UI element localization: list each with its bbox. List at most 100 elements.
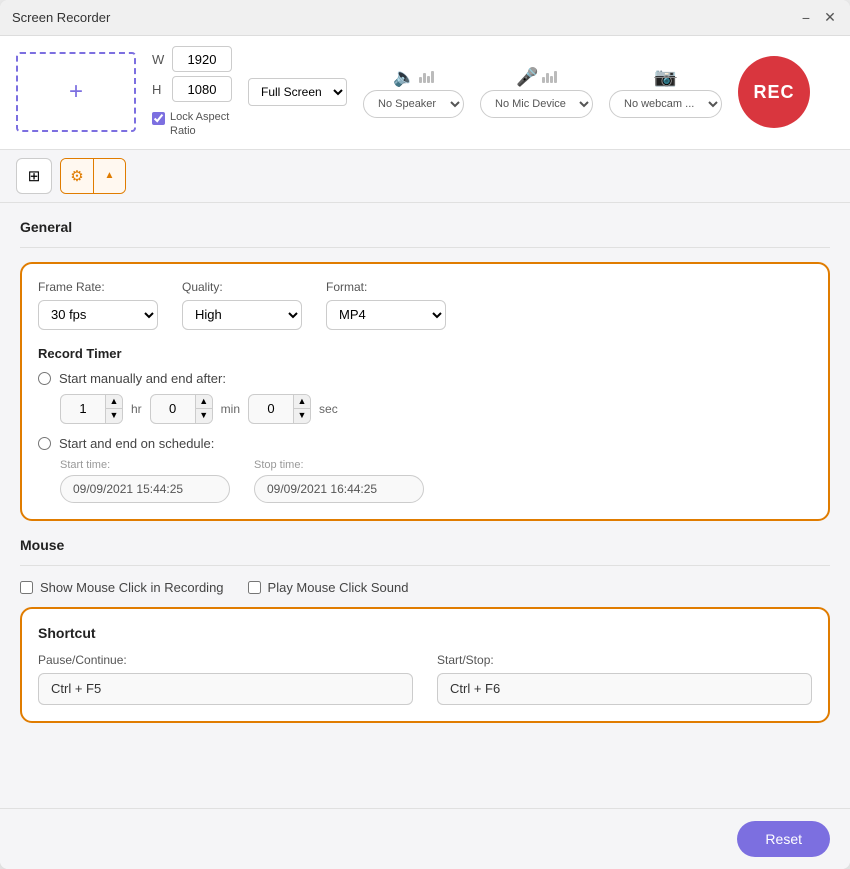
webcam-select[interactable]: No webcam ... xyxy=(609,90,722,118)
settings-row: Frame Rate: 30 fps 60 fps 24 fps Quality… xyxy=(38,280,812,330)
title-bar-controls: − ✕ xyxy=(798,10,838,26)
min-up-btn[interactable]: ▲ xyxy=(196,395,212,409)
mic-select[interactable]: No Mic Device xyxy=(480,90,593,118)
footer-row: Reset xyxy=(0,808,850,869)
timer-manual-radio[interactable] xyxy=(38,372,51,385)
lock-ratio-row: Lock AspectRatio xyxy=(152,110,232,139)
settings-chevron-button[interactable]: ▲ xyxy=(93,159,125,193)
hr-up-btn[interactable]: ▲ xyxy=(106,395,122,409)
frame-rate-label: Frame Rate: xyxy=(38,280,158,294)
layout-icon: ⊞ xyxy=(28,167,41,185)
hr-spinners: ▲ ▼ xyxy=(105,395,122,423)
width-input[interactable] xyxy=(172,46,232,72)
reset-button[interactable]: Reset xyxy=(737,821,830,857)
general-section-title: General xyxy=(20,219,830,235)
pause-field: Pause/Continue: xyxy=(38,653,413,705)
start-time-input[interactable] xyxy=(60,475,230,503)
height-input[interactable] xyxy=(172,76,232,102)
timer-manual-label: Start manually and end after: xyxy=(59,371,226,386)
start-stop-field: Start/Stop: xyxy=(437,653,812,705)
bar2 xyxy=(423,73,426,83)
height-label: H xyxy=(152,82,166,97)
play-sound-row: Play Mouse Click Sound xyxy=(248,580,409,595)
format-select[interactable]: MP4 AVI MOV xyxy=(326,300,446,330)
settings-icon: ⚙ xyxy=(70,167,83,185)
settings-button[interactable]: ⚙ xyxy=(61,159,93,193)
sec-up-btn[interactable]: ▲ xyxy=(294,395,310,409)
schedule-row: Start time: Stop time: xyxy=(60,459,812,503)
mic-icon: 🎤 xyxy=(516,67,538,88)
min-down-btn[interactable]: ▼ xyxy=(196,409,212,423)
hr-unit: hr xyxy=(131,402,142,416)
frame-rate-select[interactable]: 30 fps 60 fps 24 fps xyxy=(38,300,158,330)
screen-select[interactable]: Full Screen xyxy=(248,78,347,106)
chevron-up-icon: ▲ xyxy=(105,170,115,181)
close-button[interactable]: ✕ xyxy=(822,10,838,26)
frame-rate-field: Frame Rate: 30 fps 60 fps 24 fps xyxy=(38,280,158,330)
timer-schedule-label: Start and end on schedule: xyxy=(59,436,214,451)
rec-button[interactable]: REC xyxy=(738,56,810,128)
height-row: H xyxy=(152,76,232,102)
shortcut-section-title: Shortcut xyxy=(38,625,812,641)
play-sound-checkbox[interactable] xyxy=(248,581,261,594)
webcam-icon-row: 📷 xyxy=(654,67,676,88)
width-row: W xyxy=(152,46,232,72)
general-settings-box: Frame Rate: 30 fps 60 fps 24 fps Quality… xyxy=(20,262,830,521)
show-click-checkbox[interactable] xyxy=(20,581,33,594)
start-stop-input[interactable] xyxy=(437,673,812,705)
hr-down-btn[interactable]: ▼ xyxy=(106,409,122,423)
min-spinners: ▲ ▼ xyxy=(195,395,212,423)
quality-field: Quality: High Medium Low xyxy=(182,280,302,330)
min-input-group: ▲ ▼ xyxy=(150,394,213,424)
mouse-checkboxes: Show Mouse Click in Recording Play Mouse… xyxy=(20,580,830,595)
radio-row-1: Start manually and end after: xyxy=(38,371,812,386)
timer-schedule-radio[interactable] xyxy=(38,437,51,450)
main-window: Screen Recorder − ✕ + W H Lock AspectRat… xyxy=(0,0,850,869)
mouse-divider xyxy=(20,565,830,566)
mic-bars xyxy=(542,71,557,83)
start-stop-label: Start/Stop: xyxy=(437,653,812,667)
window-title: Screen Recorder xyxy=(12,10,798,25)
sec-down-btn[interactable]: ▼ xyxy=(294,409,310,423)
time-inputs-row: ▲ ▼ hr ▲ ▼ min ▲ ▼ xyxy=(60,394,812,424)
speaker-select[interactable]: No Speaker xyxy=(363,90,464,118)
hr-input[interactable] xyxy=(61,395,105,423)
capture-area[interactable]: + xyxy=(16,52,136,132)
stop-time-input[interactable] xyxy=(254,475,424,503)
quality-select[interactable]: High Medium Low xyxy=(182,300,302,330)
webcam-icon: 📷 xyxy=(654,67,676,88)
lock-ratio-checkbox[interactable] xyxy=(152,112,165,125)
sec-unit: sec xyxy=(319,402,338,416)
webcam-device: 📷 No webcam ... xyxy=(609,67,722,118)
start-time-field: Start time: xyxy=(60,459,230,503)
start-time-label: Start time: xyxy=(60,459,230,471)
dimensions-block: W H Lock AspectRatio xyxy=(152,46,232,139)
speaker-device: 🔈 No Speaker xyxy=(363,67,464,118)
pause-label: Pause/Continue: xyxy=(38,653,413,667)
play-sound-label: Play Mouse Click Sound xyxy=(268,580,409,595)
stop-time-field: Stop time: xyxy=(254,459,424,503)
capture-plus-icon: + xyxy=(69,78,83,106)
lock-ratio-label: Lock AspectRatio xyxy=(170,110,229,139)
general-divider xyxy=(20,247,830,248)
bar1 xyxy=(542,77,545,83)
sec-input[interactable] xyxy=(249,395,293,423)
title-bar: Screen Recorder − ✕ xyxy=(0,0,850,36)
pause-input[interactable] xyxy=(38,673,413,705)
minimize-button[interactable]: − xyxy=(798,10,814,26)
shortcut-grid: Pause/Continue: Start/Stop: xyxy=(38,653,812,705)
format-label: Format: xyxy=(326,280,446,294)
min-input[interactable] xyxy=(151,395,195,423)
layout-button[interactable]: ⊞ xyxy=(16,158,52,194)
quality-label: Quality: xyxy=(182,280,302,294)
speaker-icon: 🔈 xyxy=(393,67,415,88)
shortcut-box: Shortcut Pause/Continue: Start/Stop: xyxy=(20,607,830,723)
hr-input-group: ▲ ▼ xyxy=(60,394,123,424)
content-area: General Frame Rate: 30 fps 60 fps 24 fps… xyxy=(0,203,850,808)
mic-device: 🎤 No Mic Device xyxy=(480,67,593,118)
speaker-bars xyxy=(419,71,434,83)
bar3 xyxy=(550,76,553,83)
toolbar-row: ⊞ ⚙ ▲ xyxy=(0,150,850,203)
radio-row-2: Start and end on schedule: xyxy=(38,436,812,451)
bar3 xyxy=(427,76,430,83)
